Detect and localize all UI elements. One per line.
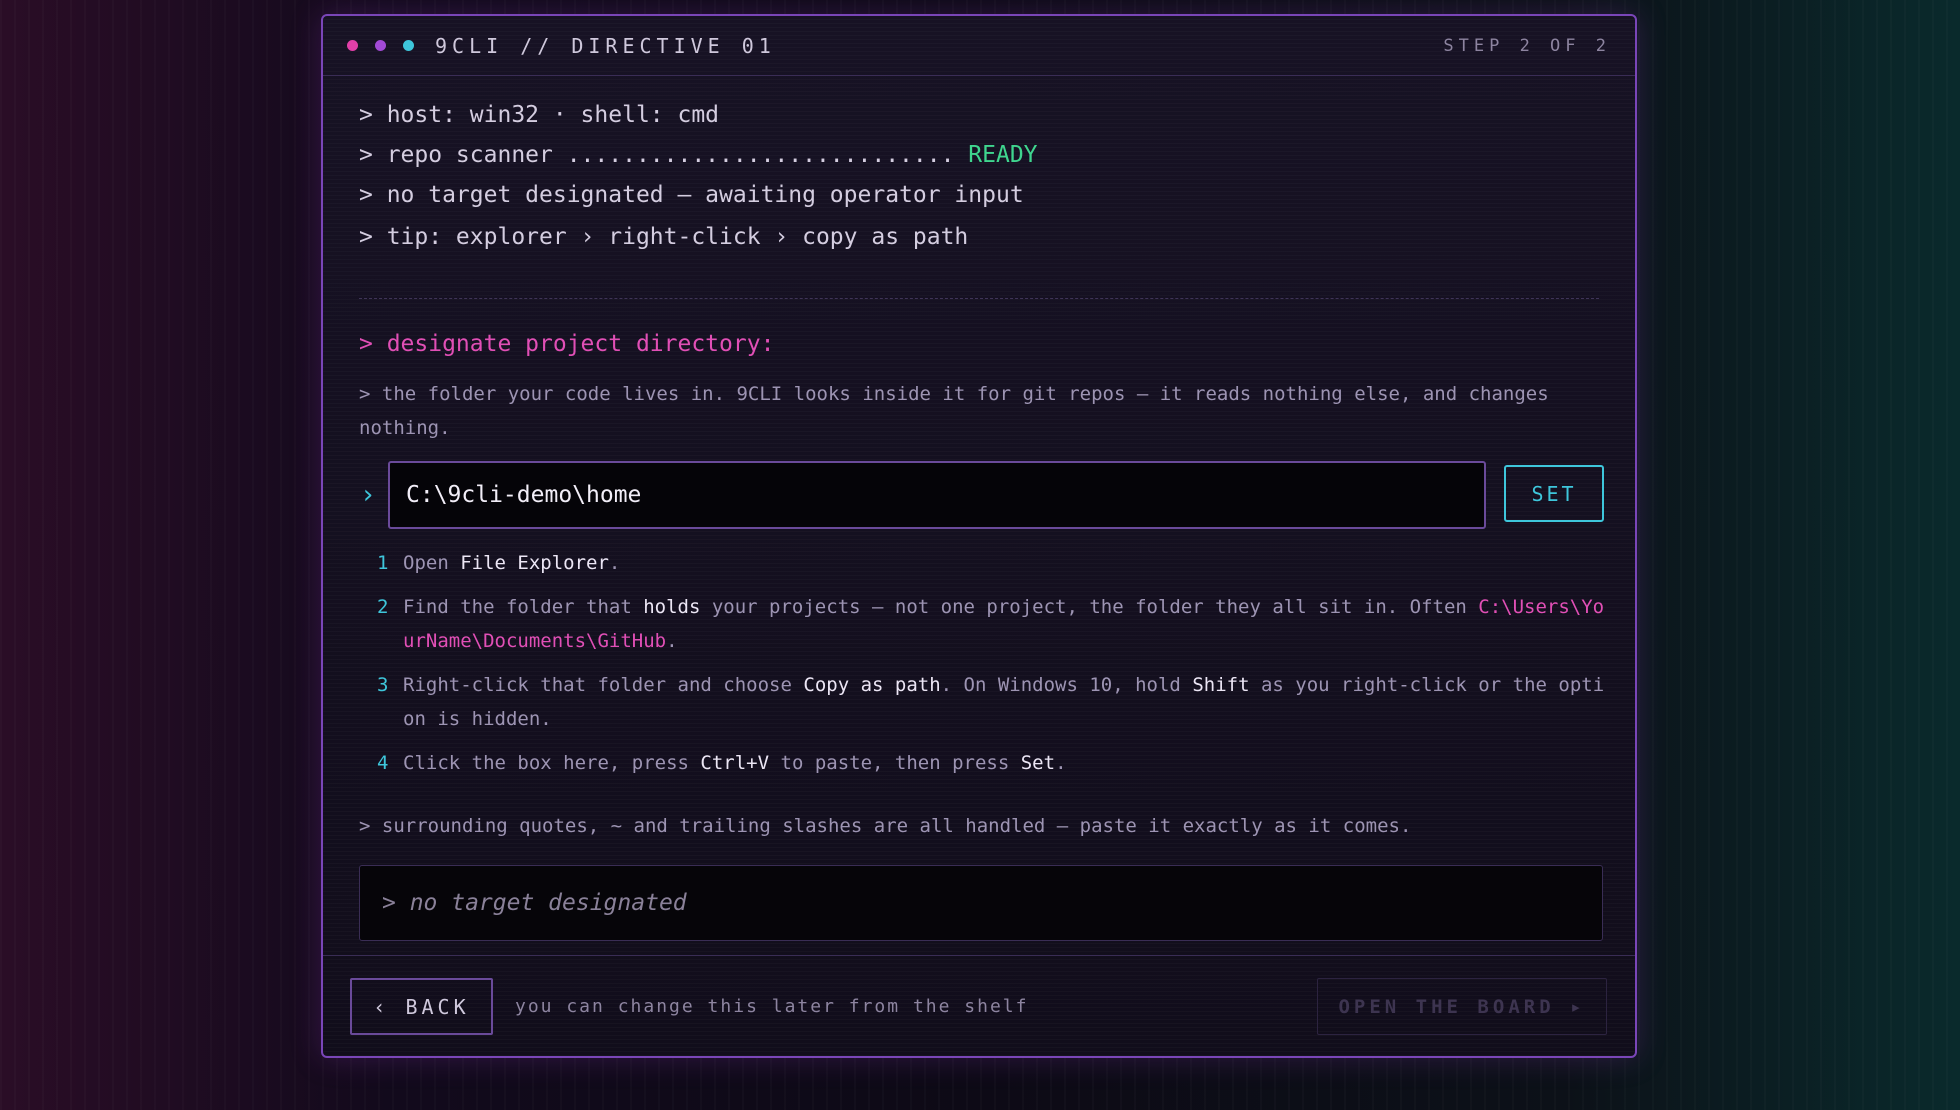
log-scanner-label: > repo scanner .........................… [359,142,969,168]
step-number: 3 [377,674,389,696]
step-number: 4 [377,752,389,774]
step-item: 4 Click the box here, press Ctrl+V to pa… [377,746,1607,780]
step-text: Open File Explorer. [403,552,621,574]
step-number: 2 [377,596,389,618]
step-item: 2 Find the folder that holds your projec… [377,590,1607,658]
prompt-heading: > designate project directory: [359,331,775,357]
window-title: 9CLI // DIRECTIVE 01 [435,33,776,58]
status-text: > no target designated [382,890,687,916]
directory-path-input[interactable] [388,461,1486,529]
log-line-host: > host: win32 · shell: cmd [359,102,720,128]
step-number: 1 [377,552,389,574]
prompt-description: > the folder your code lives in. 9CLI lo… [359,383,1549,439]
step-item: 1 Open File Explorer. [377,546,1607,580]
window-dot-pink [347,40,358,51]
step-text: Find the folder that holds your projects… [403,596,1605,652]
directive-panel: 9CLI // DIRECTIVE 01 STEP 2 OF 2 > host:… [321,14,1637,1058]
step-text: Right-click that folder and choose Copy … [403,674,1605,730]
log-line-target: > no target designated — awaiting operat… [359,182,1024,208]
footer-bar: ‹ BACK you can change this later from th… [323,955,1635,1056]
log-line-tip: > tip: explorer › right-click › copy as … [359,224,969,250]
step-indicator: STEP 2 OF 2 [1443,36,1611,56]
window-dot-purple [375,40,386,51]
title-bar: 9CLI // DIRECTIVE 01 STEP 2 OF 2 [323,16,1635,76]
prompt-chevron-icon: › [360,480,376,510]
step-item: 3 Right-click that folder and choose Cop… [377,668,1607,736]
set-button[interactable]: SET [1504,465,1604,522]
dashed-divider [359,298,1599,299]
paste-note: > surrounding quotes, ~ and trailing sla… [359,815,1412,837]
log-line-scanner: > repo scanner .........................… [359,142,1038,168]
ready-status: READY [968,142,1038,168]
step-text: Click the box here, press Ctrl+V to past… [403,752,1067,774]
footer-hint: you can change this later from the shelf [515,996,1029,1017]
open-board-button[interactable]: OPEN THE BOARD ▸ [1317,978,1607,1035]
window-dot-cyan [403,40,414,51]
status-box: > no target designated [359,865,1603,941]
back-button[interactable]: ‹ BACK [350,978,493,1035]
